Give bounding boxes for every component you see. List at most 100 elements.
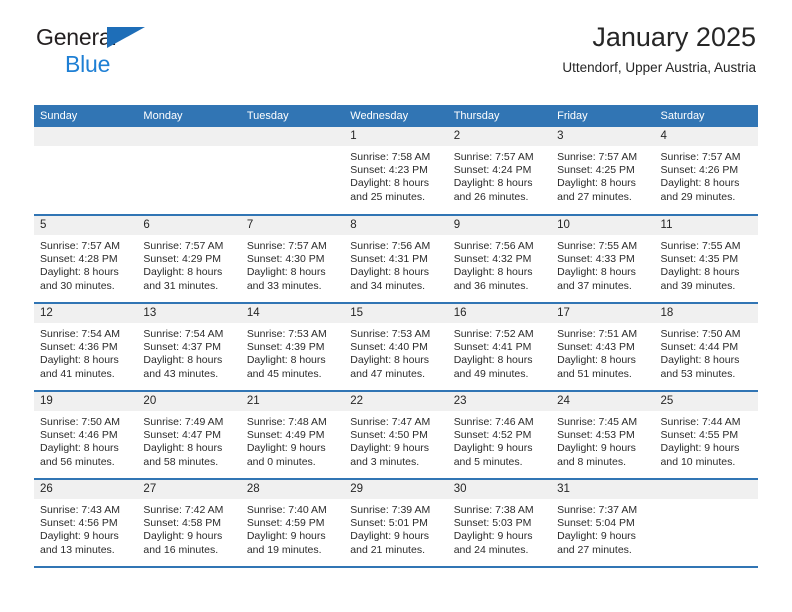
day-details: Sunrise: 7:57 AM Sunset: 4:24 PM Daylight:… bbox=[448, 146, 551, 204]
sunset-text: Sunset: 4:31 PM bbox=[350, 253, 428, 266]
day-details: Sunrise: 7:57 AM Sunset: 4:29 PM Daylight:… bbox=[137, 235, 240, 293]
day-cell[interactable]: 29 Sunrise: 7:39 AM Sunset: 5:01 PM Dayligh… bbox=[344, 479, 448, 568]
sunset-text: Sunset: 4:24 PM bbox=[453, 164, 532, 177]
sunrise-text: Sunrise: 7:55 AM bbox=[557, 240, 638, 252]
sunrise-text: Sunrise: 7:57 AM bbox=[40, 240, 120, 252]
day-cell[interactable]: 31 Sunrise: 7:37 AM Sunset: 5:04 PM Dayligh… bbox=[551, 479, 655, 568]
daylight-text: Daylight: 8 hours and 25 minutes. bbox=[350, 177, 430, 203]
day-cell[interactable]: 20 Sunrise: 7:49 AM Sunset: 4:47 PM Dayligh… bbox=[137, 391, 241, 480]
day-cell[interactable]: 9 Sunrise: 7:56 AM Sunset: 4:32 PM Daylight… bbox=[447, 215, 552, 304]
weekday-header-thursday: Thursday bbox=[447, 105, 552, 127]
sunset-text: Sunset: 4:47 PM bbox=[143, 429, 222, 442]
sunset-text: Sunset: 4:39 PM bbox=[246, 341, 325, 354]
page-header: General Blue January 2025 Uttendorf, Upp… bbox=[0, 0, 792, 78]
day-number: 22 bbox=[344, 392, 448, 411]
sunrise-text: Sunrise: 7:50 AM bbox=[40, 416, 120, 428]
day-details: Sunrise: 7:54 AM Sunset: 4:37 PM Daylight:… bbox=[137, 323, 240, 381]
day-details: Sunrise: 7:42 AM Sunset: 4:58 PM Daylight:… bbox=[137, 499, 240, 557]
day-cell[interactable]: 3 Sunrise: 7:57 AM Sunset: 4:25 PM Daylight… bbox=[551, 127, 655, 216]
calendar-week-row: 12 Sunrise: 7:54 AM Sunset: 4:36 PM Dayligh… bbox=[34, 303, 758, 392]
daylight-text: Daylight: 8 hours and 45 minutes. bbox=[246, 354, 326, 380]
day-number: 13 bbox=[137, 304, 241, 323]
day-number: 28 bbox=[240, 480, 345, 499]
day-number: 7 bbox=[240, 216, 345, 235]
sunset-text: Sunset: 4:55 PM bbox=[660, 429, 739, 442]
day-cell[interactable]: 15 Sunrise: 7:53 AM Sunset: 4:40 PM Dayligh… bbox=[344, 303, 448, 392]
sunset-text: Sunset: 4:32 PM bbox=[453, 253, 532, 266]
day-cell[interactable]: 4 Sunrise: 7:57 AM Sunset: 4:26 PM Daylight… bbox=[654, 127, 758, 216]
day-details: Sunrise: 7:39 AM Sunset: 5:01 PM Daylight:… bbox=[344, 499, 447, 557]
day-details: Sunrise: 7:40 AM Sunset: 4:59 PM Daylight:… bbox=[241, 499, 344, 557]
sunset-text: Sunset: 4:52 PM bbox=[453, 429, 532, 442]
day-number: 27 bbox=[137, 480, 241, 499]
day-cell[interactable]: 13 Sunrise: 7:54 AM Sunset: 4:37 PM Dayligh… bbox=[137, 303, 241, 392]
daylight-text: Daylight: 9 hours and 3 minutes. bbox=[350, 442, 430, 468]
weekday-header-wednesday: Wednesday bbox=[344, 105, 448, 127]
daylight-text: Daylight: 9 hours and 21 minutes. bbox=[350, 530, 430, 556]
sunrise-text: Sunrise: 7:49 AM bbox=[143, 416, 224, 428]
day-cell[interactable]: 6 Sunrise: 7:57 AM Sunset: 4:29 PM Daylight… bbox=[137, 215, 241, 304]
sunrise-text: Sunrise: 7:39 AM bbox=[350, 504, 431, 516]
day-cell[interactable]: 26 Sunrise: 7:43 AM Sunset: 4:56 PM Dayligh… bbox=[34, 479, 138, 568]
day-cell[interactable]: 11 Sunrise: 7:55 AM Sunset: 4:35 PM Dayligh… bbox=[654, 215, 758, 304]
sunrise-text: Sunrise: 7:57 AM bbox=[660, 151, 741, 163]
general-blue-logo[interactable]: General Blue bbox=[36, 26, 166, 80]
day-cell[interactable]: 8 Sunrise: 7:56 AM Sunset: 4:31 PM Daylight… bbox=[344, 215, 448, 304]
day-cell[interactable]: 24 Sunrise: 7:45 AM Sunset: 4:53 PM Dayligh… bbox=[551, 391, 655, 480]
day-details: Sunrise: 7:45 AM Sunset: 4:53 PM Daylight:… bbox=[551, 411, 654, 469]
day-cell[interactable]: 18 Sunrise: 7:50 AM Sunset: 4:44 PM Dayligh… bbox=[654, 303, 758, 392]
daylight-text: Daylight: 9 hours and 13 minutes. bbox=[40, 530, 119, 556]
day-cell[interactable]: 5 Sunrise: 7:57 AM Sunset: 4:28 PM Daylight… bbox=[34, 215, 138, 304]
sunrise-text: Sunrise: 7:56 AM bbox=[350, 240, 431, 252]
sunset-text: Sunset: 4:53 PM bbox=[557, 429, 635, 442]
sunset-text: Sunset: 4:58 PM bbox=[143, 517, 222, 530]
day-cell[interactable]: 16 Sunrise: 7:52 AM Sunset: 4:41 PM Dayligh… bbox=[447, 303, 552, 392]
day-number: 4 bbox=[654, 127, 758, 146]
daylight-text: Daylight: 8 hours and 58 minutes. bbox=[143, 442, 223, 468]
sunrise-text: Sunrise: 7:45 AM bbox=[557, 416, 638, 428]
daylight-text: Daylight: 8 hours and 36 minutes. bbox=[453, 266, 533, 292]
day-cell[interactable]: 2 Sunrise: 7:57 AM Sunset: 4:24 PM Daylight… bbox=[447, 127, 552, 216]
daylight-text: Daylight: 8 hours and 29 minutes. bbox=[660, 177, 740, 203]
day-cell[interactable]: 25 Sunrise: 7:44 AM Sunset: 4:55 PM Dayligh… bbox=[654, 391, 758, 480]
day-cell[interactable]: 10 Sunrise: 7:55 AM Sunset: 4:33 PM Dayligh… bbox=[551, 215, 655, 304]
day-cell[interactable]: 14 Sunrise: 7:53 AM Sunset: 4:39 PM Dayligh… bbox=[240, 303, 345, 392]
weekday-header-friday: Friday bbox=[551, 105, 655, 127]
day-cell[interactable]: 30 Sunrise: 7:38 AM Sunset: 5:03 PM Dayligh… bbox=[447, 479, 552, 568]
sunrise-text: Sunrise: 7:47 AM bbox=[350, 416, 431, 428]
sunset-text: Sunset: 4:29 PM bbox=[143, 253, 222, 266]
sunrise-text: Sunrise: 7:57 AM bbox=[557, 151, 638, 163]
day-cell[interactable]: 28 Sunrise: 7:40 AM Sunset: 4:59 PM Dayligh… bbox=[240, 479, 345, 568]
sunset-text: Sunset: 4:44 PM bbox=[660, 341, 739, 354]
day-number: 31 bbox=[551, 480, 655, 499]
day-cell[interactable]: 19 Sunrise: 7:50 AM Sunset: 4:46 PM Dayligh… bbox=[34, 391, 138, 480]
day-cell[interactable]: 7 Sunrise: 7:57 AM Sunset: 4:30 PM Daylight… bbox=[240, 215, 345, 304]
day-cell[interactable]: 23 Sunrise: 7:46 AM Sunset: 4:52 PM Dayligh… bbox=[447, 391, 552, 480]
weekday-header-monday: Monday bbox=[137, 105, 241, 127]
day-cell[interactable]: 22 Sunrise: 7:47 AM Sunset: 4:50 PM Dayligh… bbox=[344, 391, 448, 480]
day-cell[interactable]: 27 Sunrise: 7:42 AM Sunset: 4:58 PM Dayligh… bbox=[137, 479, 241, 568]
sunset-text: Sunset: 4:40 PM bbox=[350, 341, 428, 354]
day-cell-empty bbox=[34, 127, 138, 216]
day-number: 6 bbox=[137, 216, 241, 235]
day-cell[interactable]: 12 Sunrise: 7:54 AM Sunset: 4:36 PM Dayligh… bbox=[34, 303, 138, 392]
day-number: 8 bbox=[344, 216, 448, 235]
day-details: Sunrise: 7:53 AM Sunset: 4:39 PM Daylight:… bbox=[241, 323, 344, 381]
calendar-week-row: 5 Sunrise: 7:57 AM Sunset: 4:28 PM Daylight… bbox=[34, 215, 758, 304]
sunset-text: Sunset: 4:33 PM bbox=[557, 253, 635, 266]
day-details: Sunrise: 7:53 AM Sunset: 4:40 PM Daylight:… bbox=[344, 323, 447, 381]
weekday-header-saturday: Saturday bbox=[654, 105, 758, 127]
sunset-text: Sunset: 4:49 PM bbox=[246, 429, 325, 442]
daylight-text: Daylight: 9 hours and 0 minutes. bbox=[246, 442, 326, 468]
sunrise-text: Sunrise: 7:56 AM bbox=[453, 240, 534, 252]
calendar-header-row: Sunday Monday Tuesday Wednesday Thursday… bbox=[34, 105, 758, 127]
day-cell[interactable]: 21 Sunrise: 7:48 AM Sunset: 4:49 PM Dayligh… bbox=[240, 391, 345, 480]
calendar-grid: Sunday Monday Tuesday Wednesday Thursday… bbox=[34, 105, 758, 568]
daylight-text: Daylight: 8 hours and 53 minutes. bbox=[660, 354, 740, 380]
day-details: Sunrise: 7:50 AM Sunset: 4:46 PM Daylight:… bbox=[34, 411, 137, 469]
day-cell[interactable]: 17 Sunrise: 7:51 AM Sunset: 4:43 PM Dayligh… bbox=[551, 303, 655, 392]
daylight-text: Daylight: 9 hours and 10 minutes. bbox=[660, 442, 740, 468]
day-number: 1 bbox=[344, 127, 448, 146]
day-cell[interactable]: 1 Sunrise: 7:58 AM Sunset: 4:23 PM Daylight… bbox=[344, 127, 448, 216]
sunset-text: Sunset: 5:03 PM bbox=[453, 517, 532, 530]
